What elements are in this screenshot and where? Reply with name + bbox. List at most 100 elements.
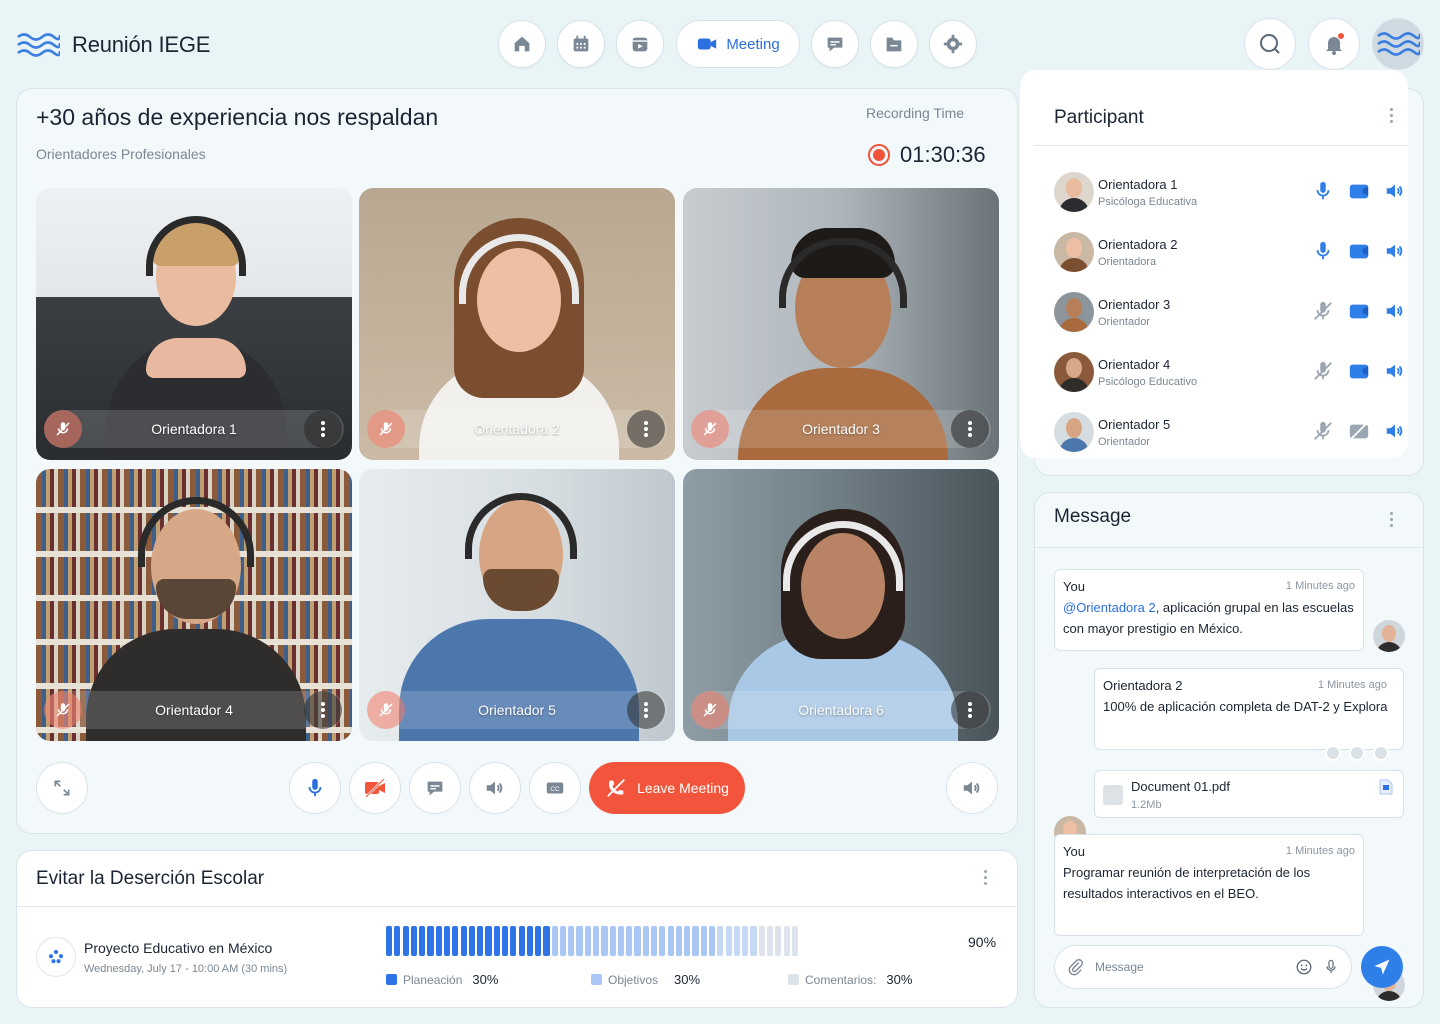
speaker-icon[interactable] xyxy=(1384,360,1406,382)
mention-link[interactable]: @Orientadora 2 xyxy=(1063,600,1156,615)
microphone-icon[interactable] xyxy=(1312,180,1334,202)
typing-indicator xyxy=(1325,745,1389,761)
message-input-box[interactable]: Message xyxy=(1054,945,1352,989)
mic-off-icon xyxy=(379,703,393,717)
nav-chat-button[interactable] xyxy=(811,20,859,68)
emoji-icon[interactable] xyxy=(1295,958,1313,976)
nav-folder-button[interactable] xyxy=(870,20,918,68)
video-tile[interactable]: Orientadora 6 xyxy=(683,469,999,741)
progress-segment xyxy=(750,926,757,956)
leave-meeting-button[interactable]: Leave Meeting xyxy=(589,762,745,814)
microphone-icon[interactable] xyxy=(1312,240,1334,262)
chat-button[interactable] xyxy=(409,762,461,814)
speaker-icon[interactable] xyxy=(1384,300,1406,322)
paperclip-icon[interactable] xyxy=(1067,958,1085,976)
participant-row[interactable]: Orientador 3 Orientador xyxy=(1054,290,1410,334)
participants-more-icon[interactable] xyxy=(1390,108,1393,123)
progress-segment xyxy=(543,926,550,956)
tile-mute-button[interactable] xyxy=(691,410,729,448)
tile-more-button[interactable] xyxy=(304,410,342,448)
nav-meeting-tab[interactable]: Meeting xyxy=(676,20,800,68)
nav-home-button[interactable] xyxy=(498,20,546,68)
progress-segment xyxy=(733,926,740,956)
tile-more-button[interactable] xyxy=(627,691,665,729)
video-tile[interactable]: Orientador 4 xyxy=(36,469,352,741)
tile-more-button[interactable] xyxy=(627,410,665,448)
recording-time-value: 01:30:36 xyxy=(900,142,986,167)
video-tile[interactable]: Orientador 3 xyxy=(683,188,999,460)
participant-controls xyxy=(1312,180,1406,202)
notifications-button[interactable] xyxy=(1308,18,1360,70)
legend-value: 30% xyxy=(886,972,913,987)
messages-more-icon[interactable] xyxy=(1390,512,1393,527)
video-tile[interactable]: Orientadora 1 xyxy=(36,188,352,460)
nav-settings-button[interactable] xyxy=(929,20,977,68)
tile-more-button[interactable] xyxy=(951,691,989,729)
tile-mute-button[interactable] xyxy=(44,410,82,448)
video-camera-icon[interactable] xyxy=(1348,180,1370,202)
tile-mute-button[interactable] xyxy=(367,410,405,448)
message-bubble: You 1 Minutes ago @Orientadora 2, aplica… xyxy=(1054,569,1364,651)
file-attachment[interactable]: Document 01.pdf 1.2Mb xyxy=(1094,770,1404,818)
search-icon xyxy=(1260,34,1280,54)
speaker-icon xyxy=(486,781,503,795)
send-icon xyxy=(1374,959,1390,975)
participant-row[interactable]: Orientadora 1 Psicóloga Educativa xyxy=(1054,170,1410,214)
participant-row[interactable]: Orientadora 2 Orientadora xyxy=(1054,230,1410,274)
speaker-button[interactable] xyxy=(469,762,521,814)
progress-segment xyxy=(584,926,591,956)
mic-off-icon[interactable] xyxy=(1312,360,1334,382)
video-camera-icon[interactable] xyxy=(1348,300,1370,322)
video-off-icon[interactable] xyxy=(1348,420,1370,442)
video-camera-icon[interactable] xyxy=(1348,360,1370,382)
file-size: 1.2Mb xyxy=(1131,799,1162,811)
message-time: 1 Minutes ago xyxy=(1317,679,1387,691)
mic-off-icon[interactable] xyxy=(1312,300,1334,322)
speaker-icon[interactable] xyxy=(1384,240,1406,262)
tile-mute-button[interactable] xyxy=(44,691,82,729)
nav-meeting-label: Meeting xyxy=(726,35,780,53)
mic-off-icon[interactable] xyxy=(1312,420,1334,442)
volume-button[interactable] xyxy=(946,762,998,814)
tile-more-button[interactable] xyxy=(304,691,342,729)
tile-info-bar: Orientador 3 xyxy=(691,410,991,448)
video-camera-icon[interactable] xyxy=(1348,240,1370,262)
progress-segment xyxy=(410,926,418,956)
tile-more-button[interactable] xyxy=(951,410,989,448)
project-title: Evitar la Deserción Escolar xyxy=(36,868,265,889)
tile-info-bar: Orientadora 6 xyxy=(691,691,991,729)
progress-segment xyxy=(642,926,649,956)
mic-off-icon xyxy=(703,422,717,436)
profile-avatar[interactable] xyxy=(1372,18,1424,70)
legend-label: Objetivos xyxy=(608,972,659,987)
project-name: Proyecto Educativo en México xyxy=(84,940,273,956)
project-more-icon[interactable] xyxy=(984,870,987,885)
video-tile[interactable]: Orientador 5 xyxy=(359,469,675,741)
search-button[interactable] xyxy=(1244,18,1296,70)
nav-calendar-button[interactable] xyxy=(557,20,605,68)
participant-row[interactable]: Orientador 5 Orientador xyxy=(1054,410,1410,454)
tile-mute-button[interactable] xyxy=(691,691,729,729)
message-input[interactable]: Message xyxy=(1095,960,1285,974)
nav-video-calendar-button[interactable] xyxy=(616,20,664,68)
document-icon[interactable] xyxy=(1379,779,1393,795)
video-tile[interactable]: Orientadora 2 xyxy=(359,188,675,460)
tile-name: Orientador 5 xyxy=(478,702,556,718)
send-button[interactable] xyxy=(1361,946,1403,988)
tile-mute-button[interactable] xyxy=(367,691,405,729)
progress-segment xyxy=(692,926,699,956)
captions-button[interactable]: CC xyxy=(529,762,581,814)
mic-button[interactable] xyxy=(289,762,341,814)
mic-off-icon xyxy=(379,422,393,436)
speaker-icon[interactable] xyxy=(1384,420,1406,442)
fullscreen-button[interactable] xyxy=(36,762,88,814)
calendar-icon xyxy=(573,35,589,52)
participant-row[interactable]: Orientador 4 Psicólogo Educativo xyxy=(1054,350,1410,394)
svg-text:CC: CC xyxy=(550,786,560,793)
record-icon xyxy=(868,144,890,166)
speaker-icon[interactable] xyxy=(1384,180,1406,202)
progress-segment xyxy=(526,926,533,956)
microphone-icon[interactable] xyxy=(1323,958,1339,976)
tile-name: Orientadora 2 xyxy=(474,421,560,437)
camera-toggle-button[interactable] xyxy=(349,762,401,814)
